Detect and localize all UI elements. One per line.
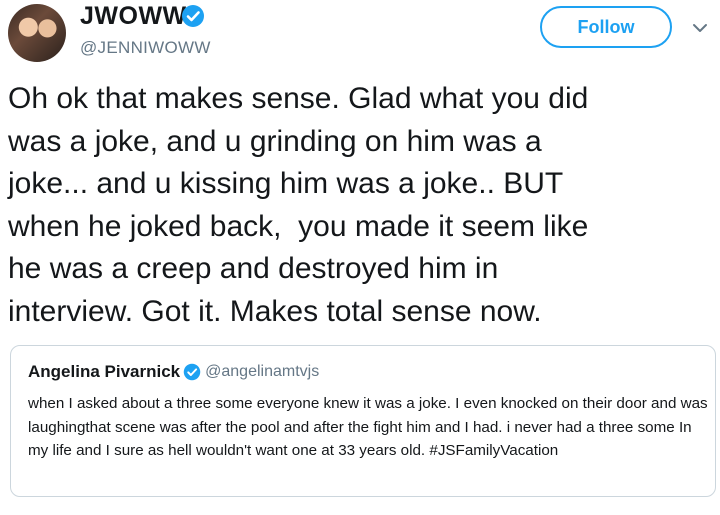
verified-badge-icon <box>182 5 204 27</box>
author-display-name[interactable]: JWOWW <box>80 2 187 31</box>
author-handle[interactable]: @JENNIWOWW <box>80 38 211 58</box>
follow-button[interactable]: Follow <box>540 6 672 48</box>
verified-badge-icon <box>183 363 201 381</box>
quoted-author-handle[interactable]: @angelinamtvjs <box>205 363 319 380</box>
quoted-tweet-header: Angelina Pivarnick @angelinamtvjs <box>28 362 319 386</box>
tweet-text: Oh ok that makes sense. Glad what you di… <box>8 82 589 328</box>
avatar[interactable] <box>8 4 66 62</box>
quoted-tweet-text: when I asked about a three some everyone… <box>28 395 708 459</box>
chevron-down-icon[interactable] <box>690 18 710 38</box>
quoted-author-display-name[interactable]: Angelina Pivarnick <box>28 362 180 381</box>
quoted-tweet-card[interactable]: Angelina Pivarnick @angelinamtvjs when I… <box>10 345 716 497</box>
tweet-header: JWOWW @JENNIWOWW Follow <box>0 0 720 70</box>
